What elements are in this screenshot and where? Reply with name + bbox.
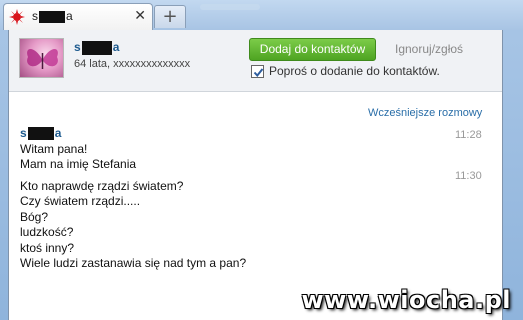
censor-bar [81, 40, 112, 55]
ask-add-label: Poproś o dodanie do kontaktów. [269, 64, 440, 78]
message-timestamp: 11:30 [455, 170, 482, 182]
message-timestamp: 11:28 [455, 129, 482, 141]
message-line: Witam pana! [20, 142, 88, 156]
message-line: Czy światem rządzi..... [20, 194, 141, 208]
checkmark-icon [253, 68, 264, 78]
add-contact-button[interactable]: Dodaj do kontaktów [249, 38, 376, 61]
earlier-conversations-link[interactable]: Wcześniejsze rozmowy [368, 107, 482, 119]
new-tab-button[interactable]: + [154, 5, 186, 28]
ask-add-checkbox[interactable] [251, 65, 264, 78]
message-line: Wiele ludzi zastanawia się nad tym a pan… [20, 256, 247, 270]
chat-window: sa 64 lata, xxxxxxxxxxxxxx Dodaj do kont… [8, 30, 503, 320]
tab-strip: sa ✕ + [0, 0, 523, 30]
background-window-fragment [200, 4, 260, 10]
chat-tab[interactable]: sa ✕ [3, 3, 153, 30]
red-sun-icon [9, 9, 25, 25]
message-line: ktoś inny? [20, 241, 75, 255]
message-line: ludzkość? [20, 225, 74, 239]
censor-bar [27, 127, 54, 141]
ignore-report-link[interactable]: Ignoruj/zgłoś [395, 42, 463, 56]
contact-name[interactable]: sa [74, 40, 119, 55]
contact-header: sa 64 lata, xxxxxxxxxxxxxx Dodaj do kont… [9, 30, 502, 92]
message-sender: sa [20, 126, 62, 141]
message-line: Bóg? [20, 210, 49, 224]
tab-title: sa [32, 9, 73, 23]
contact-age-location: 64 lata, xxxxxxxxxxxxxx [74, 58, 191, 70]
censor-bar [39, 10, 65, 23]
site-watermark: www.wiocha.pl [301, 286, 511, 314]
avatar[interactable] [19, 38, 64, 78]
butterfly-icon [27, 49, 58, 69]
message-line: Kto naprawdę rządzi światem? [20, 179, 184, 193]
close-icon[interactable]: ✕ [134, 8, 146, 24]
message-line: Mam na imię Stefania [20, 157, 137, 171]
